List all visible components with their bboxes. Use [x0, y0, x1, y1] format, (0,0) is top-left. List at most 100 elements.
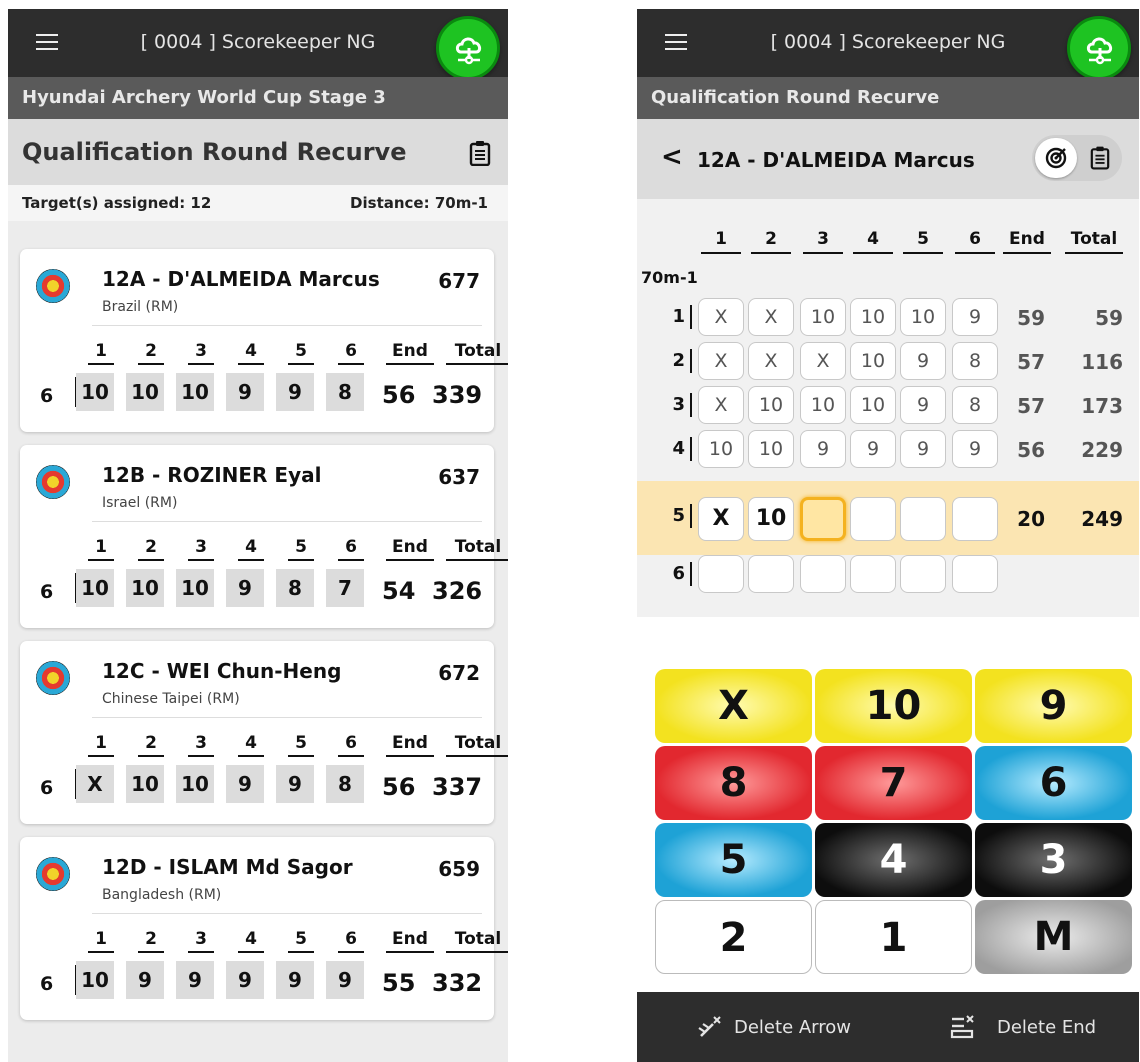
clipboard-icon[interactable] — [1090, 145, 1110, 170]
athlete-card[interactable]: 12B - ROZINER Eyal Israel (RM) 637 1 2 3 4 5 6 En… — [20, 445, 508, 628]
arrow-score: X — [76, 765, 114, 803]
athlete-card[interactable]: 12C - WEI Chun-Heng Chinese Taipei (RM) 67… — [20, 641, 508, 824]
target-icon — [36, 269, 70, 303]
athlete-header: < 12A - D'ALMEIDA Marcus — [637, 119, 1139, 199]
column-header: 4 — [853, 229, 893, 254]
column-header: 3 — [803, 229, 843, 254]
arrow-cell[interactable] — [850, 497, 896, 541]
running-total: 116 — [1081, 350, 1123, 374]
arrow-cell[interactable]: X — [748, 342, 794, 380]
arrow-cell[interactable] — [952, 555, 998, 593]
arrow-score: 9 — [126, 961, 164, 999]
arrow-cell[interactable]: X — [800, 342, 846, 380]
column-header: 5 — [903, 229, 943, 254]
arrow-cell[interactable]: 10 — [800, 298, 846, 336]
column-header: 2 — [138, 341, 164, 365]
arrow-cell[interactable]: 9 — [800, 430, 846, 468]
cloud-sync-button[interactable] — [436, 16, 500, 80]
column-header: 1 — [88, 537, 114, 561]
score-key[interactable]: 10 — [815, 669, 972, 743]
arrow-cell[interactable] — [800, 497, 846, 541]
arrow-cell[interactable]: 9 — [952, 430, 998, 468]
app-bar: [ 0004 ] Scorekeeper NG — [637, 9, 1139, 80]
arrow-cell[interactable]: 8 — [952, 386, 998, 424]
delete-arrow-icon[interactable] — [697, 1014, 723, 1040]
arrow-cell[interactable]: 10 — [748, 497, 794, 541]
arrow-cell[interactable]: X — [698, 386, 744, 424]
column-header: End — [386, 733, 434, 757]
divider — [92, 913, 482, 914]
arrow-cell[interactable]: 10 — [800, 386, 846, 424]
column-header: End — [386, 929, 434, 953]
arrow-cell[interactable] — [900, 497, 946, 541]
divider — [92, 521, 482, 522]
score-key[interactable]: 9 — [975, 669, 1132, 743]
arrow-cell[interactable]: 10 — [850, 342, 896, 380]
athlete-country: Israel (RM) — [102, 495, 178, 511]
running-total: 59 — [1095, 306, 1123, 330]
arrow-cell[interactable]: 10 — [900, 298, 946, 336]
delete-end-icon[interactable] — [950, 1014, 976, 1040]
score-key[interactable]: 7 — [815, 746, 972, 820]
end-number: 1 — [672, 306, 685, 327]
arrow-cell[interactable]: 9 — [900, 342, 946, 380]
event-screen: [ 0004 ] Scorekeeper NG Hyundai Archery … — [8, 9, 508, 1062]
arrow-score: 8 — [326, 765, 364, 803]
score-key[interactable]: 3 — [975, 823, 1132, 897]
arrow-cell[interactable]: X — [698, 497, 744, 541]
end-number: 2 — [672, 350, 685, 371]
column-header: 1 — [88, 929, 114, 953]
score-key[interactable]: X — [655, 669, 812, 743]
score-key[interactable]: 4 — [815, 823, 972, 897]
athlete-country: Bangladesh (RM) — [102, 887, 222, 903]
arrow-cell[interactable]: 10 — [850, 298, 896, 336]
athlete-score: 677 — [438, 269, 480, 293]
end-score: 56 — [1017, 438, 1045, 462]
athlete-card[interactable]: 12D - ISLAM Md Sagor Bangladesh (RM) 659 1 2… — [20, 837, 508, 1020]
arrow-cell[interactable]: 10 — [698, 430, 744, 468]
arrow-cell[interactable]: 10 — [748, 386, 794, 424]
arrow-cell[interactable]: X — [748, 298, 794, 336]
arrow-cell[interactable] — [900, 555, 946, 593]
arrow-cell[interactable]: 9 — [850, 430, 896, 468]
back-icon[interactable]: < — [661, 142, 683, 172]
running-total: 339 — [432, 381, 483, 409]
arrow-cell[interactable]: 10 — [850, 386, 896, 424]
score-key[interactable]: 6 — [975, 746, 1132, 820]
arrow-cell[interactable]: 8 — [952, 342, 998, 380]
arrow-cell[interactable]: 10 — [748, 430, 794, 468]
arrow-cell[interactable]: X — [698, 298, 744, 336]
arrow-cell[interactable] — [748, 555, 794, 593]
column-header: Total — [446, 733, 508, 757]
arrow-score: 8 — [326, 373, 364, 411]
delete-end-button[interactable]: Delete End — [997, 1017, 1096, 1038]
arrow-cell[interactable]: 9 — [952, 298, 998, 336]
score-key[interactable]: 1 — [815, 900, 972, 974]
arrow-score: 9 — [226, 961, 264, 999]
arrow-cell[interactable]: X — [698, 342, 744, 380]
cloud-sync-button[interactable] — [1067, 16, 1131, 80]
athlete-score: 659 — [438, 857, 480, 881]
arrow-cell[interactable] — [952, 497, 998, 541]
arrow-cell[interactable] — [698, 555, 744, 593]
athlete-card[interactable]: 12A - D'ALMEIDA Marcus Brazil (RM) 677 1 2 3 4… — [20, 249, 508, 432]
score-key[interactable]: 5 — [655, 823, 812, 897]
target-view-option[interactable] — [1035, 138, 1077, 178]
divider — [92, 325, 482, 326]
arrow-cell[interactable] — [800, 555, 846, 593]
arrow-cell[interactable]: 9 — [900, 386, 946, 424]
view-toggle[interactable] — [1032, 135, 1122, 181]
score-key[interactable]: 8 — [655, 746, 812, 820]
column-header: 6 — [955, 229, 995, 254]
column-header: 5 — [288, 341, 314, 365]
athlete-name: 12B - ROZINER Eyal — [102, 463, 322, 487]
score-key[interactable]: 2 — [655, 900, 812, 974]
column-header: 1 — [88, 733, 114, 757]
score-key[interactable]: M — [975, 900, 1132, 974]
clipboard-icon[interactable] — [469, 140, 491, 166]
arrow-cell[interactable]: 9 — [900, 430, 946, 468]
target-toggle-icon — [1045, 147, 1067, 169]
arrow-cell[interactable] — [850, 555, 896, 593]
target-icon — [36, 857, 70, 891]
delete-arrow-button[interactable]: Delete Arrow — [734, 1017, 851, 1038]
